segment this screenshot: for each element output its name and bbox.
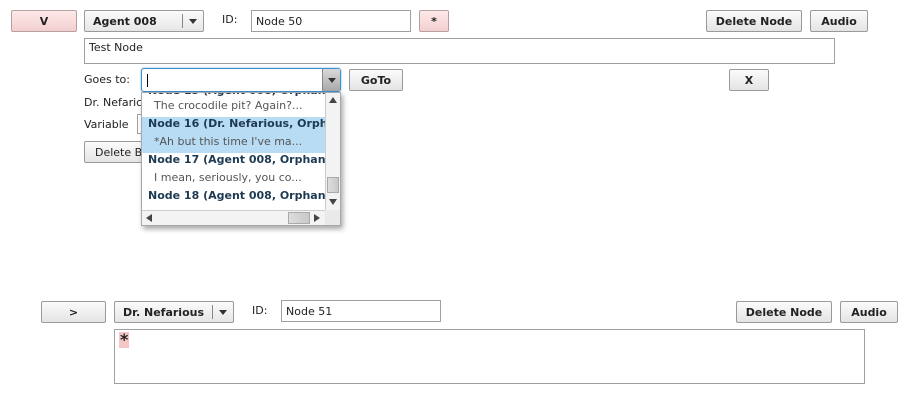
vertical-scroll-thumb[interactable] [327, 177, 339, 193]
variable-label: Variable [84, 118, 129, 131]
goto-button[interactable]: GoTo [349, 69, 403, 91]
chevron-down-icon [328, 78, 336, 83]
goes-to-input[interactable] [141, 68, 341, 92]
speaker-line-label: Dr. Nefaric [84, 96, 143, 109]
scroll-right-icon[interactable] [314, 214, 320, 222]
goes-to-label: Goes to: [84, 73, 130, 86]
speaker-select-value: Dr. Nefarious [123, 306, 205, 319]
scroll-down-icon[interactable] [329, 199, 337, 205]
node-id-field[interactable] [251, 10, 411, 32]
speaker-select-value: Agent 008 [93, 15, 157, 28]
expand-node-button[interactable]: > [41, 301, 106, 323]
list-item[interactable]: Node 18 (Agent 008, Orphaned) [142, 189, 326, 207]
list-item[interactable]: I mean, seriously, you co... [142, 171, 326, 189]
list-item[interactable]: The crocodile pit? Again?... [142, 99, 326, 117]
speaker-select[interactable]: Dr. Nefarious [114, 301, 234, 323]
scroll-up-icon[interactable] [329, 97, 337, 103]
list-item[interactable]: Node 16 (Dr. Nefarious, Orphaned) [142, 117, 326, 135]
audio-button[interactable]: Audio [810, 10, 868, 32]
node-text: Test Node [89, 41, 143, 54]
goes-to-dropdown-button[interactable] [322, 69, 340, 91]
horizontal-scrollbar[interactable] [142, 210, 326, 225]
list-item[interactable]: Node 17 (Agent 008, Orphaned) [142, 153, 326, 171]
speaker-select[interactable]: Agent 008 [84, 10, 204, 32]
remove-link-button[interactable]: X [729, 69, 769, 91]
list-item[interactable]: *Ah but this time I've ma... [142, 135, 326, 153]
goes-to-dropdown-list[interactable]: Node 15 (Agent 008, Orphaned) The crocod… [141, 92, 341, 226]
vertical-scrollbar[interactable] [325, 93, 340, 211]
delete-node-button[interactable]: Delete Node [706, 10, 802, 32]
id-label: ID: [252, 304, 268, 317]
collapse-node-button[interactable]: V [11, 10, 77, 32]
delete-branch-button[interactable]: Delete B [84, 141, 146, 163]
horizontal-scroll-thumb[interactable] [288, 212, 310, 224]
chevron-down-icon [189, 19, 197, 24]
delete-node-button[interactable]: Delete Node [736, 301, 832, 323]
node-text: * [119, 330, 130, 349]
scroll-left-icon[interactable] [146, 214, 152, 222]
node-text-area[interactable]: * [114, 329, 865, 384]
node-text-area[interactable]: Test Node [84, 38, 835, 64]
chevron-down-icon [219, 310, 227, 315]
id-label: ID: [222, 13, 238, 26]
node-id-field[interactable] [281, 300, 441, 322]
star-button[interactable]: * [419, 10, 449, 32]
audio-button[interactable]: Audio [840, 301, 898, 323]
